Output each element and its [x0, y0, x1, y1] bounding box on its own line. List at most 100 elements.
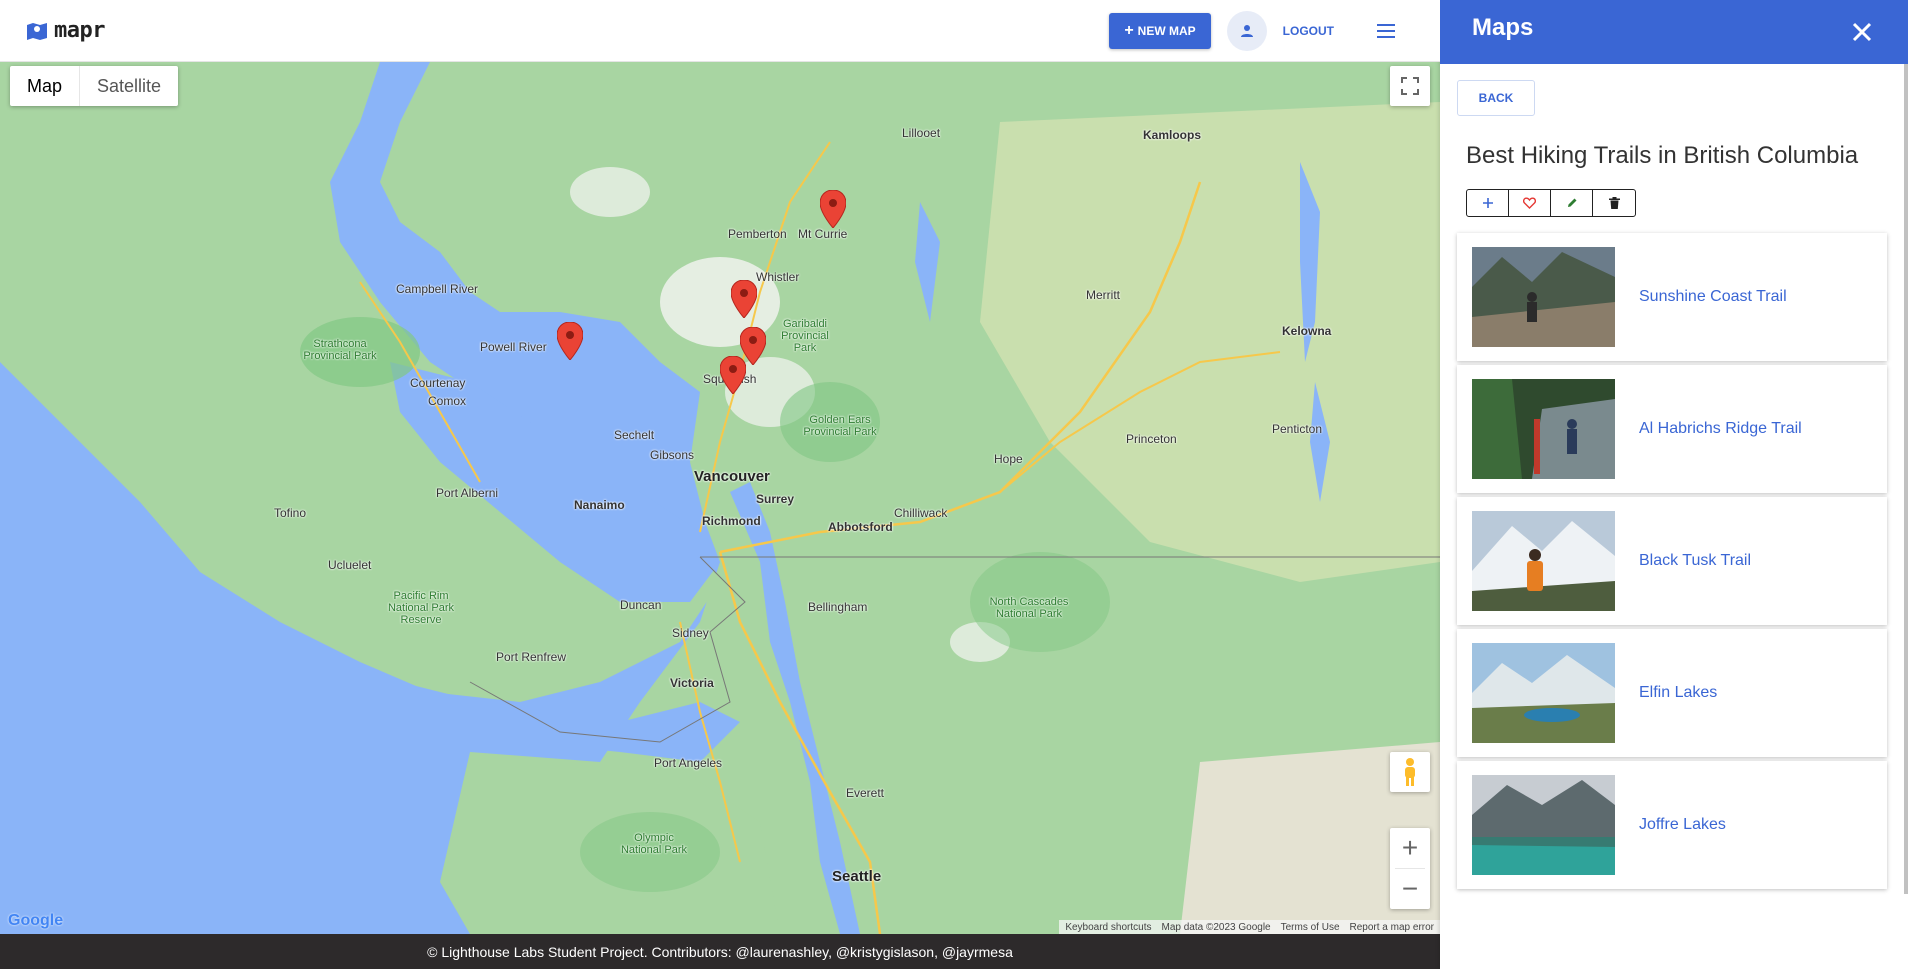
park-label: Olympic National Park — [620, 832, 688, 856]
zoom-control: + − — [1390, 828, 1430, 909]
map-type-satellite-button[interactable]: Satellite — [80, 66, 178, 106]
trail-name[interactable]: Sunshine Coast Trail — [1639, 288, 1787, 306]
logo-text: mapr — [54, 18, 105, 43]
map-type-control: Map Satellite — [10, 66, 179, 106]
panel-scrollbar[interactable] — [1904, 64, 1908, 894]
map-marker-pin[interactable] — [731, 280, 757, 318]
place-label: Ucluelet — [328, 558, 372, 572]
place-label: Victoria — [670, 676, 714, 690]
delete-button[interactable] — [1593, 190, 1635, 216]
place-label: Everett — [846, 786, 885, 800]
place-label: Hope — [994, 452, 1023, 466]
favorite-button[interactable] — [1509, 190, 1551, 216]
trail-name[interactable]: Al Habrichs Ridge Trail — [1639, 420, 1802, 438]
map-marker-pin[interactable] — [720, 356, 746, 394]
map-data-text: Map data ©2023 Google — [1161, 921, 1271, 933]
app: mapr + NEW MAP LOGOUT Vancouver Surrey R… — [0, 0, 1908, 969]
place-label: Kamloops — [1143, 128, 1202, 142]
place-label: Duncan — [620, 598, 662, 612]
place-label: Vancouver — [694, 468, 770, 485]
terms-link[interactable]: Terms of Use — [1281, 922, 1340, 933]
trail-card[interactable]: Joffre Lakes — [1457, 761, 1887, 889]
zoom-in-button[interactable]: + — [1390, 828, 1430, 868]
plus-icon: + — [1124, 21, 1134, 39]
park-label: Strathcona Provincial Park — [303, 338, 377, 362]
user-icon — [1240, 24, 1253, 37]
place-label: Sidney — [672, 626, 709, 640]
trail-name[interactable]: Elfin Lakes — [1639, 684, 1717, 702]
place-label: Chilliwack — [894, 506, 948, 520]
place-label: Surrey — [756, 492, 795, 506]
add-pin-button[interactable] — [1467, 190, 1509, 216]
place-label: Port Angeles — [654, 756, 723, 770]
map-attribution: Keyboard shortcuts Map data ©2023 Google… — [1059, 920, 1440, 934]
google-logo[interactable]: Google — [8, 912, 63, 930]
maps-side-panel: Maps BACK Best Hiking Trails in British … — [1440, 0, 1908, 969]
map-terrain — [0, 62, 1440, 934]
footer: © Lighthouse Labs Student Project. Contr… — [0, 934, 1440, 969]
place-label: Port Renfrew — [496, 650, 567, 664]
pencil-icon — [1567, 198, 1576, 207]
trail-card[interactable]: Black Tusk Trail — [1457, 497, 1887, 625]
trail-name[interactable]: Black Tusk Trail — [1639, 552, 1751, 570]
park-label: Pacific Rim National Park Reserve — [387, 590, 455, 626]
pegman-icon — [1405, 758, 1415, 786]
trail-thumbnail — [1472, 511, 1615, 611]
place-label: Lillooet — [902, 126, 941, 140]
logo[interactable]: mapr — [26, 18, 105, 43]
panel-title: Maps — [1472, 14, 1534, 41]
panel-header: Maps — [1440, 0, 1908, 64]
google-logo-text: Google — [8, 912, 64, 929]
trail-card[interactable]: Sunshine Coast Trail — [1457, 233, 1887, 361]
avatar[interactable] — [1226, 10, 1267, 51]
park-label: Golden Ears Provincial Park — [803, 414, 877, 438]
place-label: Whistler — [756, 270, 800, 284]
place-label: Gibsons — [650, 448, 695, 462]
map-actions-toolbar — [1466, 189, 1636, 217]
map-marker-pin[interactable] — [557, 322, 583, 360]
place-label: Richmond — [702, 514, 761, 528]
map-marker-pin[interactable] — [820, 190, 846, 228]
place-label: Pemberton — [728, 227, 787, 241]
place-label: Penticton — [1272, 422, 1323, 436]
fullscreen-button[interactable] — [1390, 66, 1430, 106]
back-button[interactable]: BACK — [1457, 80, 1535, 116]
place-label: Courtenay — [410, 376, 466, 390]
map-canvas[interactable]: Vancouver Surrey Richmond Abbotsford Nan… — [0, 62, 1440, 934]
logout-link[interactable]: LOGOUT — [1283, 24, 1334, 38]
trail-thumbnail — [1472, 643, 1615, 743]
map-type-map-button[interactable]: Map — [10, 66, 81, 106]
edit-button[interactable] — [1551, 190, 1593, 216]
trail-list: Sunshine Coast Trail Al Habrichs Ridge T… — [1457, 233, 1887, 893]
place-label: Merritt — [1086, 288, 1120, 302]
street-view-pegman-button[interactable] — [1390, 752, 1430, 792]
place-label: Nanaimo — [574, 498, 625, 512]
new-map-button[interactable]: + NEW MAP — [1109, 12, 1211, 49]
trail-card[interactable]: Elfin Lakes — [1457, 629, 1887, 757]
trail-name[interactable]: Joffre Lakes — [1639, 816, 1726, 834]
place-label: Comox — [428, 394, 467, 408]
close-icon[interactable] — [1848, 18, 1876, 46]
fullscreen-icon — [1401, 77, 1419, 95]
plus-icon — [1482, 198, 1493, 208]
place-label: Mt Currie — [798, 227, 848, 241]
place-label: Seattle — [832, 868, 882, 885]
place-label: Tofino — [274, 506, 307, 520]
map-logo-icon — [27, 22, 47, 40]
footer-credits: © Lighthouse Labs Student Project. Contr… — [427, 943, 1013, 960]
top-bar: mapr + NEW MAP LOGOUT — [0, 0, 1440, 62]
keyboard-shortcuts-link[interactable]: Keyboard shortcuts — [1065, 922, 1151, 933]
trail-card[interactable]: Al Habrichs Ridge Trail — [1457, 365, 1887, 493]
place-label: Bellingham — [808, 600, 868, 614]
trail-thumbnail — [1472, 379, 1615, 479]
zoom-out-button[interactable]: − — [1390, 869, 1430, 909]
map-title: Best Hiking Trails in British Columbia — [1466, 142, 1859, 169]
new-map-label: NEW MAP — [1137, 23, 1196, 38]
trash-icon — [1608, 197, 1620, 209]
report-error-link[interactable]: Report a map error — [1350, 922, 1434, 933]
park-label: Garibaldi Provincial Park — [781, 318, 829, 354]
place-label: Kelowna — [1282, 324, 1332, 338]
hamburger-menu-icon[interactable] — [1372, 17, 1400, 45]
place-label: Princeton — [1126, 432, 1177, 446]
trail-thumbnail — [1472, 247, 1615, 347]
